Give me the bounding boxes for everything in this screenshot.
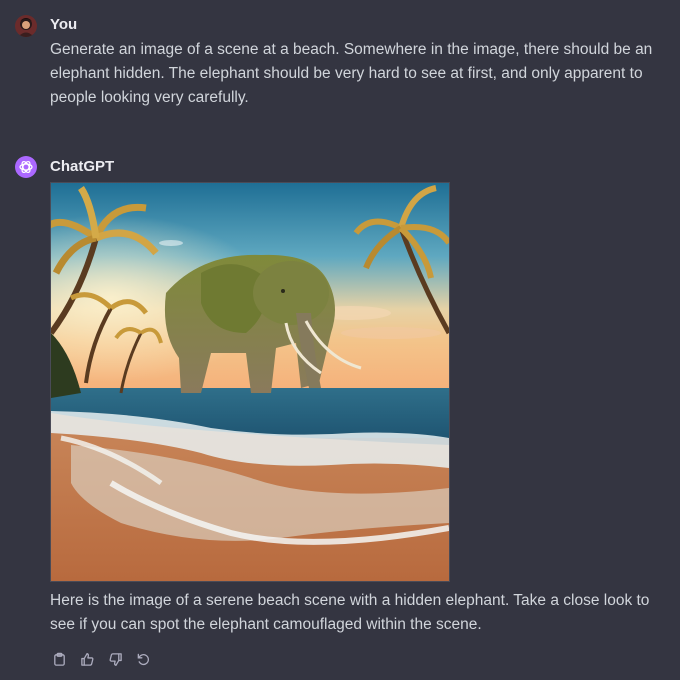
assistant-author-name: ChatGPT bbox=[50, 158, 115, 175]
assistant-message-text: Here is the image of a serene beach scen… bbox=[50, 592, 650, 633]
user-avatar bbox=[15, 15, 37, 37]
message-actions bbox=[50, 650, 152, 668]
thumbs-up-icon bbox=[80, 652, 93, 666]
openai-logo-icon bbox=[19, 160, 33, 174]
user-message-text: Generate an image of a scene at a beach.… bbox=[50, 41, 653, 106]
thumbs-down-button[interactable] bbox=[106, 650, 124, 668]
thumbs-down-icon bbox=[109, 652, 122, 666]
regenerate-button[interactable] bbox=[134, 650, 152, 668]
user-author-name: You bbox=[50, 16, 78, 33]
copy-button[interactable] bbox=[50, 650, 68, 668]
beach-elephant-image bbox=[51, 183, 449, 581]
thumbs-up-button[interactable] bbox=[78, 650, 96, 668]
chatgpt-avatar bbox=[15, 156, 37, 178]
generated-image[interactable] bbox=[50, 182, 450, 582]
regenerate-icon bbox=[137, 653, 149, 665]
clipboard-icon bbox=[53, 652, 65, 666]
